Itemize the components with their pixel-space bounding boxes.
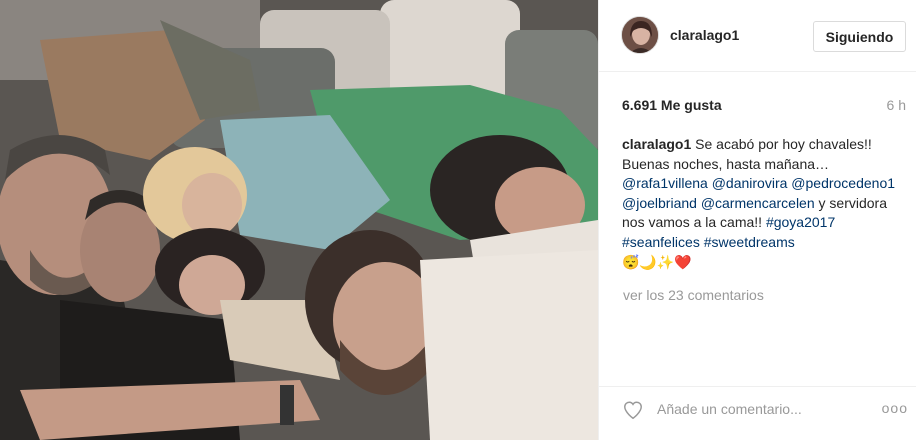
mention-link[interactable]: @joelbriand bbox=[622, 195, 697, 211]
post-time: 6 h bbox=[886, 97, 906, 113]
comment-input[interactable] bbox=[657, 399, 857, 419]
mention-link[interactable]: @danirovira bbox=[712, 175, 788, 191]
instagram-post: claralago1 Siguiendo 6.691 Me gusta 6 h … bbox=[0, 0, 916, 440]
more-options-icon[interactable]: ooo bbox=[882, 400, 908, 416]
avatar[interactable] bbox=[621, 16, 659, 54]
hashtag-link[interactable]: #goya2017 bbox=[766, 214, 835, 230]
heart-outline-icon[interactable] bbox=[622, 399, 644, 421]
post-header: claralago1 Siguiendo bbox=[599, 0, 916, 72]
photo-illustration bbox=[0, 0, 598, 440]
caption-username[interactable]: claralago1 bbox=[622, 136, 691, 152]
mention-link[interactable]: @rafa1villena bbox=[622, 175, 708, 191]
mention-link[interactable]: @carmencarcelen bbox=[701, 195, 815, 211]
following-button[interactable]: Siguiendo bbox=[813, 21, 906, 52]
post-sidebar: claralago1 Siguiendo 6.691 Me gusta 6 h … bbox=[598, 0, 916, 440]
hashtag-link[interactable]: #seanfelices bbox=[622, 234, 700, 250]
post-photo[interactable] bbox=[0, 0, 598, 440]
hashtag-link[interactable]: #sweetdreams bbox=[704, 234, 795, 250]
mention-link[interactable]: @pedrocedeno1 bbox=[791, 175, 895, 191]
caption-emojis: 😴🌙✨❤️ bbox=[622, 253, 692, 270]
caption: claralago1 Se acabó por hoy chavales!! B… bbox=[622, 135, 907, 272]
view-comments-link[interactable]: ver los 23 comentarios bbox=[623, 287, 764, 303]
avatar-image bbox=[622, 17, 658, 53]
likes-count[interactable]: 6.691 Me gusta bbox=[622, 97, 722, 113]
comment-bar: ooo bbox=[599, 386, 916, 440]
header-username[interactable]: claralago1 bbox=[670, 27, 739, 43]
